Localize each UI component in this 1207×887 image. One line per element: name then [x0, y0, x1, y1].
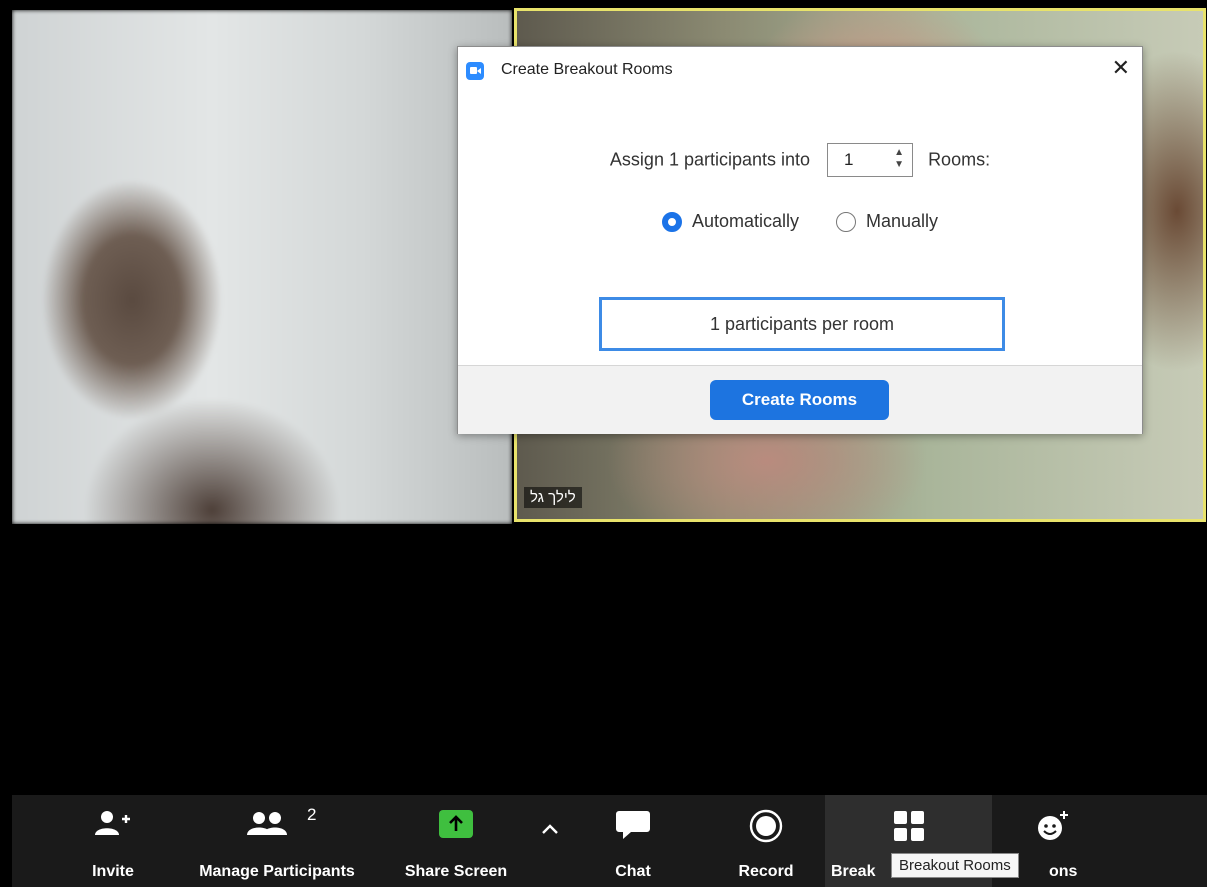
- room-count-value[interactable]: 1: [844, 150, 853, 170]
- invite-icon: [95, 811, 130, 835]
- chat-label: Chat: [615, 863, 651, 880]
- zoom-logo-icon: [466, 62, 484, 80]
- invite-button[interactable]: Invite: [78, 795, 148, 887]
- breakout-rooms-tooltip: Breakout Rooms: [891, 853, 1019, 878]
- radio-manually[interactable]: Manually: [836, 211, 938, 233]
- create-rooms-button[interactable]: Create Rooms: [710, 380, 889, 420]
- stepper-arrows-icon[interactable]: ▲ ▼: [894, 147, 904, 171]
- radio-selected-icon[interactable]: [661, 212, 682, 233]
- reactions-button[interactable]: ons: [1012, 795, 1092, 887]
- manually-label[interactable]: Manually: [866, 211, 938, 231]
- meeting-toolbar: Invite 2 Manage Participants Share Scree…: [12, 795, 1207, 887]
- share-screen-icon: [439, 810, 473, 838]
- participant-count-badge: 2: [307, 805, 317, 824]
- radio-automatically[interactable]: Automatically: [661, 211, 799, 233]
- share-screen-label: Share Screen: [404, 863, 508, 880]
- participant-name-label: לילך גל: [524, 487, 582, 508]
- share-options-button[interactable]: [532, 795, 568, 887]
- chat-button[interactable]: Chat: [598, 795, 668, 887]
- participants-icon: [247, 812, 287, 835]
- breakout-rooms-icon: [893, 811, 924, 841]
- automatically-label[interactable]: Automatically: [692, 211, 799, 231]
- record-label: Record: [738, 863, 794, 880]
- invite-label: Invite: [92, 863, 134, 880]
- reactions-icon: [1038, 811, 1068, 840]
- assign-row: Assign 1 participants into 1 ▲ ▼ Rooms:: [458, 143, 1142, 177]
- manage-participants-button[interactable]: 2 Manage Participants: [177, 795, 377, 887]
- manage-participants-label: Manage Participants: [199, 863, 355, 880]
- dialog-title: Create Breakout Rooms: [501, 61, 673, 78]
- left-participant-video: [12, 10, 512, 524]
- record-button[interactable]: Record: [726, 795, 806, 887]
- breakout-rooms-dialog: Create Breakout Rooms ✕ Assign 1 partici…: [457, 46, 1143, 434]
- participants-per-room-text: 1 participants per room: [599, 297, 1005, 351]
- share-screen-button[interactable]: Share Screen: [394, 795, 518, 887]
- radio-unselected-icon[interactable]: [836, 212, 856, 233]
- record-icon: [749, 809, 783, 843]
- chevron-up-icon: [542, 824, 558, 834]
- close-icon[interactable]: ✕: [1112, 57, 1130, 79]
- dialog-footer: Create Rooms: [458, 365, 1142, 434]
- assign-prefix-label: Assign 1 participants into: [609, 149, 811, 170]
- rooms-label: Rooms:: [928, 149, 991, 170]
- chat-icon: [616, 811, 650, 839]
- reactions-label: ons: [1049, 863, 1078, 880]
- room-count-stepper[interactable]: 1 ▲ ▼: [827, 143, 914, 177]
- assignment-mode-group: Automatically Manually: [458, 211, 1142, 233]
